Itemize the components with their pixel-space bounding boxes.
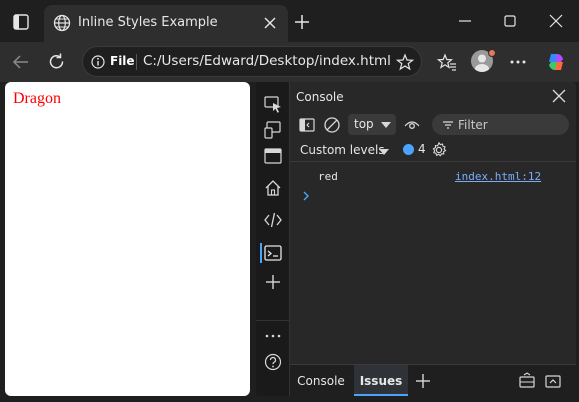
page-heading-text: Dragon [13, 90, 61, 107]
home-icon[interactable] [263, 178, 283, 198]
toggle-sidebar-icon[interactable] [298, 116, 316, 134]
filter-box[interactable] [432, 114, 569, 135]
drawer-tab-issues[interactable]: Issues [354, 365, 408, 396]
devtools-pane: Console top Filter Custom levels 4 red i… [256, 82, 576, 396]
favorites-icon[interactable] [437, 52, 457, 72]
filter-input[interactable] [458, 115, 562, 134]
info-icon[interactable] [91, 55, 105, 69]
console-prompt-chevron-icon[interactable] [300, 190, 312, 202]
tab-actions-button[interactable] [8, 10, 34, 34]
welcome-panel-icon[interactable] [263, 146, 283, 166]
globe-icon [53, 14, 71, 32]
tab-actions-icon [13, 14, 29, 30]
console-panel: Console top Filter Custom levels 4 red i… [290, 82, 576, 396]
address-bar[interactable]: File C:/Users/Edward/Desktop/index.html [82, 46, 422, 77]
drawer-tabbar: Console Issues [290, 364, 576, 396]
drawer-add-tab-icon[interactable] [414, 372, 432, 390]
minimize-icon[interactable] [458, 14, 472, 28]
device-emulation-icon[interactable] [263, 120, 283, 140]
issues-badge-icon[interactable] [403, 144, 414, 155]
panel-header: Console [290, 82, 576, 112]
console-source-link[interactable]: index.html:12 [455, 170, 541, 183]
log-levels-dropdown[interactable]: Custom levels [300, 143, 385, 157]
back-arrow-icon[interactable] [11, 52, 31, 72]
activity-bar-separator [256, 320, 290, 321]
customize-more-icon[interactable] [263, 326, 283, 346]
panel-close-icon[interactable] [552, 89, 566, 103]
more-tools-plus-icon[interactable] [263, 272, 283, 292]
help-icon[interactable] [263, 352, 283, 372]
window-close-icon[interactable] [549, 14, 563, 28]
levels-chevron-down-icon[interactable] [379, 149, 389, 155]
active-tool-indicator [260, 243, 262, 263]
maximize-icon[interactable] [503, 14, 517, 28]
refresh-icon[interactable] [47, 52, 67, 72]
tab-title: Inline Styles Example [78, 15, 218, 30]
console-toolbar: top [290, 112, 576, 138]
console-terminal-icon[interactable] [263, 243, 283, 263]
devtools-activity-bar [256, 82, 290, 396]
omnibox-divider [136, 54, 137, 70]
elements-code-icon[interactable] [263, 210, 283, 230]
browser-toolbar: File C:/Users/Edward/Desktop/index.html [0, 42, 579, 82]
new-tab-icon[interactable] [293, 13, 311, 31]
inspect-element-icon[interactable] [263, 94, 283, 114]
drawer-tab-console[interactable]: Console [290, 365, 352, 396]
live-expression-eye-icon[interactable] [403, 116, 421, 134]
context-selector[interactable]: top [348, 114, 396, 135]
url-text[interactable]: C:/Users/Edward/Desktop/index.html [143, 53, 391, 69]
panel-title: Console [296, 90, 344, 104]
title-bar: Inline Styles Example [0, 0, 579, 42]
clear-console-icon[interactable] [323, 116, 341, 134]
tab-close-icon[interactable] [262, 15, 278, 31]
context-selector-value: top [354, 117, 374, 131]
console-message: red [318, 170, 338, 183]
gear-icon[interactable] [430, 141, 448, 159]
issues-count[interactable]: 4 [418, 142, 426, 156]
close-drawer-icon[interactable] [544, 372, 562, 390]
favorite-star-icon[interactable] [396, 53, 414, 71]
filter-icon [443, 121, 453, 129]
dock-drawer-icon[interactable] [518, 372, 536, 390]
chevron-down-icon [381, 122, 391, 128]
browser-tab-active[interactable]: Inline Styles Example [44, 5, 288, 42]
copilot-icon[interactable] [545, 51, 567, 73]
more-menu-icon[interactable] [508, 52, 528, 72]
console-settings-row: Custom levels 4 [290, 138, 576, 162]
url-scheme-label: File [110, 54, 135, 68]
page-viewport: Dragon [5, 82, 250, 396]
console-log-row: red index.html:12 [290, 168, 576, 186]
profile-notification-dot [488, 49, 496, 57]
